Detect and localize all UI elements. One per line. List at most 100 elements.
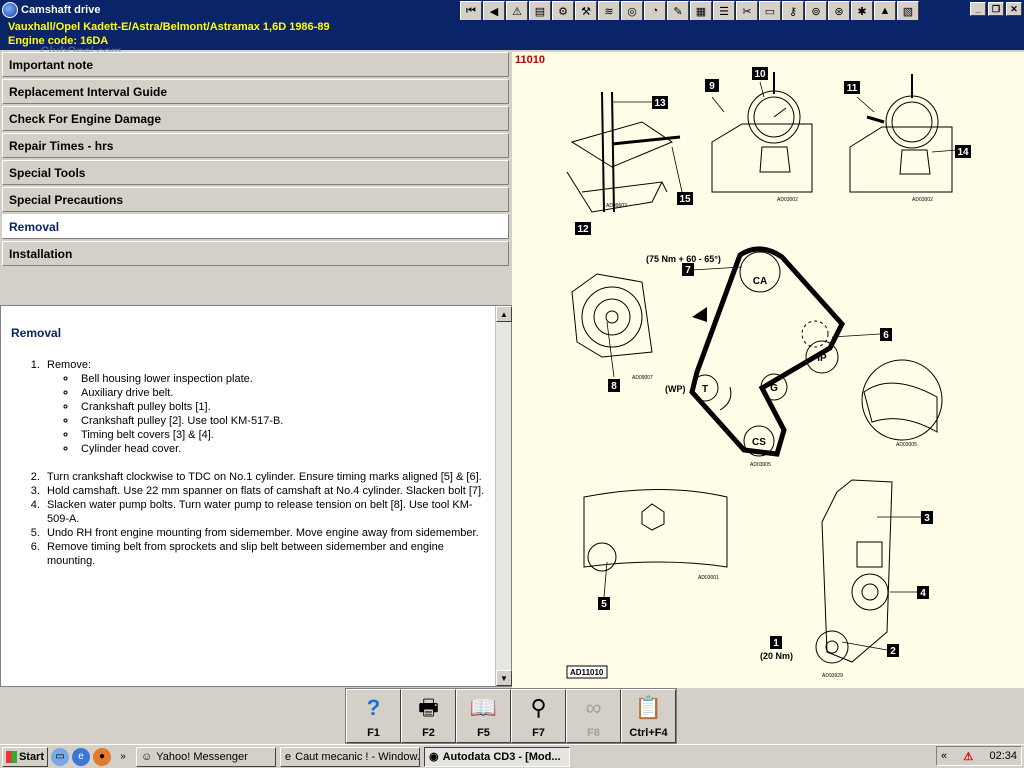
callout-14: 14 [955, 145, 971, 158]
direction-arrow [692, 307, 707, 322]
diagram-footer-code: AD11010 [570, 668, 604, 677]
menu-item-special-precautions[interactable]: Special Precautions [2, 187, 509, 212]
svg-text:1: 1 [773, 638, 779, 649]
lights-icon[interactable]: ☰ [713, 1, 735, 21]
callout-1: 1 [770, 636, 782, 649]
help-icon: ? [366, 695, 381, 720]
close-button[interactable]: ✕ [1006, 2, 1022, 16]
section-heading: Removal [11, 326, 62, 340]
sub-item: Crankshaft pulley [2]. Use tool KM-517-B… [77, 414, 486, 428]
svg-text:7: 7 [685, 265, 691, 276]
exit-icon: 📋 [634, 695, 663, 720]
spanner-icon[interactable]: ✎ [667, 1, 689, 21]
menu-item-replacement-interval[interactable]: Replacement Interval Guide [2, 79, 509, 104]
menu-item-engine-damage[interactable]: Check For Engine Damage [2, 106, 509, 131]
svg-text:9: 9 [709, 81, 715, 92]
pulley-label-cs: CS [752, 437, 766, 448]
task-browser-window[interactable]: e Caut mecanic ! - Window... [280, 746, 420, 767]
sub-item: Auxiliary drive belt. [77, 386, 486, 400]
brakes-icon[interactable]: ⊚ [805, 1, 827, 21]
alert-icon[interactable]: ▲ [874, 1, 896, 21]
svg-text:14: 14 [957, 147, 969, 158]
window-title: Camshaft drive [21, 4, 101, 16]
clock[interactable]: 02:34 [989, 750, 1017, 762]
warning-icon[interactable]: ⚠ [506, 1, 528, 21]
menu-item-important-note[interactable]: Important note [2, 52, 509, 77]
callout-8: 8 [608, 379, 620, 392]
scroll-down-button[interactable]: ▼ [496, 670, 512, 686]
battery-icon[interactable]: ▭ [759, 1, 781, 21]
sub-item: Timing belt covers [3] & [4]. [77, 428, 486, 442]
vehicle-label: Vauxhall/Opel Kadett-E/Astra/Belmont/Ast… [8, 21, 330, 33]
step-item: Hold camshaft. Use 22 mm spanner on flat… [43, 484, 486, 498]
tray-expand-icon[interactable]: « [941, 750, 947, 762]
wheel-icon[interactable]: ◎ [621, 1, 643, 21]
sub-item: Bell housing lower inspection plate. [77, 372, 486, 386]
task-autodata[interactable]: ◉ Autodata CD3 - [Mod... [424, 746, 570, 767]
tools-icon[interactable]: ⚒ [575, 1, 597, 21]
dial-gauge-illustration [849, 74, 953, 193]
first-page-button[interactable]: ⏮ [460, 1, 482, 21]
gauge-icon[interactable]: ◔ [644, 1, 666, 21]
menu-item-repair-times[interactable]: Repair Times - hrs [2, 133, 509, 158]
pulley-label-t: T [702, 384, 708, 395]
back-button[interactable]: ◀ [483, 1, 505, 21]
belt-icon: ∞ [585, 695, 602, 720]
callout-7: 7 [682, 263, 694, 276]
menu-item-removal[interactable]: Removal [2, 214, 509, 239]
quicklaunch-more-icon[interactable]: » [114, 748, 132, 766]
repair-icon[interactable]: ✂ [736, 1, 758, 21]
wiring-icon[interactable]: ≋ [598, 1, 620, 21]
menu-item-installation[interactable]: Installation [2, 241, 509, 266]
media-player-icon[interactable]: ● [93, 747, 111, 766]
small-code: AD03005 [896, 442, 917, 448]
callout-4: 4 [917, 586, 929, 599]
desktop-icon[interactable]: ▭ [51, 747, 69, 766]
callout-11: 11 [844, 81, 860, 94]
instructions-content: Removal Remove: Bell housing lower inspe… [1, 306, 496, 686]
airbag-icon[interactable]: ⊛ [828, 1, 850, 21]
engine-icon[interactable]: ⚙ [552, 1, 574, 21]
document-icon[interactable]: ▤ [529, 1, 551, 21]
minimize-button[interactable]: _ [970, 2, 986, 16]
svg-text:5: 5 [601, 599, 607, 610]
vertical-scrollbar[interactable]: ▲ ▼ [495, 306, 512, 686]
callout-6: 6 [880, 328, 892, 341]
book-icon: 📖 [469, 695, 498, 720]
service-icon[interactable]: ▦ [690, 1, 712, 21]
callout-3: 3 [921, 511, 933, 524]
svg-text:15: 15 [679, 194, 691, 205]
key-icon[interactable]: ⚷ [782, 1, 804, 21]
wp-label: (WP) [665, 384, 686, 394]
f2-print-button[interactable]: 🖶 F2 [401, 689, 456, 743]
small-code: AD93929 [822, 673, 843, 679]
scroll-up-button[interactable]: ▲ [496, 306, 512, 322]
svg-text:13: 13 [654, 98, 666, 109]
note-icon[interactable]: ▧ [897, 1, 919, 21]
f7-tool-button[interactable]: ⚲ F7 [511, 689, 566, 743]
settings-icon[interactable]: ✱ [851, 1, 873, 21]
start-button[interactable]: Start [2, 746, 48, 767]
pulley-label-ca: CA [753, 276, 767, 287]
small-code: AD09603 [606, 203, 627, 209]
svg-text:11: 11 [847, 83, 858, 94]
task-yahoo-messenger[interactable]: ☺ Yahoo! Messenger [136, 746, 276, 767]
menu-item-special-tools[interactable]: Special Tools [2, 160, 509, 185]
small-code: AD03001 [698, 575, 719, 581]
autodata-icon: ◉ [429, 751, 439, 763]
taskbar: Start ▭ e ● » ☺ Yahoo! Messenger e Caut … [0, 744, 1024, 768]
ctrl-f4-exit-button[interactable]: 📋 Ctrl+F4 [621, 689, 676, 743]
f5-book-button[interactable]: 📖 F5 [456, 689, 511, 743]
small-code: AD09007 [632, 375, 653, 381]
svg-text:12: 12 [577, 224, 589, 235]
pulley-label-g: G [770, 383, 778, 394]
callout-10: 10 [752, 67, 768, 80]
f8-belt-button[interactable]: ∞ F8 [566, 689, 621, 743]
svg-text:2: 2 [890, 646, 896, 657]
callout-15: 15 [677, 192, 693, 205]
antivirus-icon[interactable]: ⚠ [963, 750, 973, 763]
f1-help-button[interactable]: ? F1 [346, 689, 401, 743]
restore-button[interactable]: ❐ [988, 2, 1004, 16]
browser-icon[interactable]: e [72, 747, 90, 766]
system-tray: « ⚠ 02:34 [936, 746, 1022, 766]
